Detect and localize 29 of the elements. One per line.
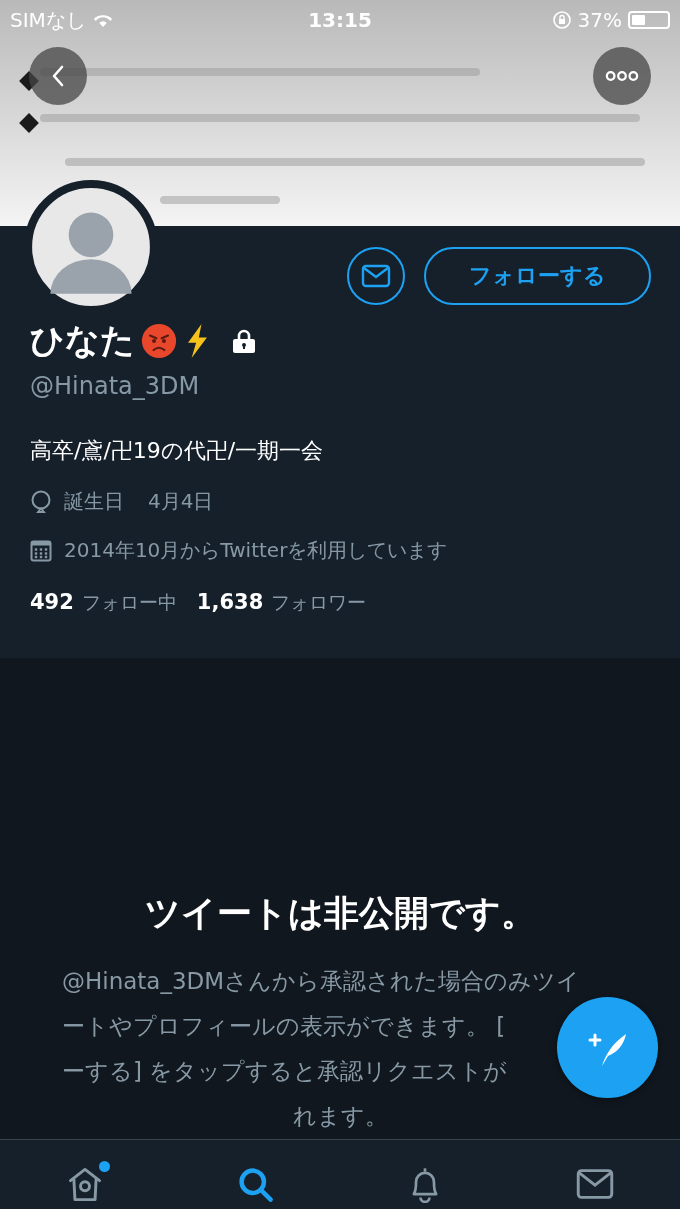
angry-face-icon — [141, 323, 177, 359]
join-date: 2014年10月からTwitterを利用しています — [64, 537, 448, 564]
back-icon — [50, 64, 66, 88]
rotation-lock-icon — [551, 10, 572, 30]
display-name: ひなた — [30, 319, 135, 362]
wifi-icon — [91, 12, 114, 28]
battery-percent: 37% — [577, 8, 622, 32]
followers-link[interactable]: 1,638 フォロワー — [196, 590, 367, 616]
envelope-icon — [361, 264, 391, 288]
follow-button[interactable]: フォローする — [424, 247, 651, 305]
house-icon — [66, 1165, 104, 1203]
birthday-label: 誕生日 — [64, 488, 124, 515]
notice-text: @Hinata_3DMさんから承認された場合のみツイ — [62, 967, 581, 996]
calendar-icon — [30, 538, 52, 563]
carrier-label: SIMなし — [10, 6, 86, 34]
clock-time: 13:15 — [308, 8, 372, 32]
search-icon — [236, 1165, 274, 1203]
birthday-date: 4月4日 — [148, 488, 214, 515]
user-handle: @Hinata_3DM — [30, 372, 201, 400]
balloon-icon — [30, 489, 52, 514]
message-button[interactable] — [347, 247, 405, 305]
battery-icon — [628, 11, 670, 29]
notice-text: ーする] をタップすると承認リクエストが — [62, 1057, 508, 1086]
bio-text: 高卒/鳶/卍19の代卍/一期一会 — [30, 437, 325, 465]
more-icon — [605, 70, 639, 82]
notice-heading: ツイートは非公開です。 — [143, 892, 537, 935]
notice-text: ートやプロフィールの表示ができます。 [ — [62, 1012, 506, 1041]
notice-text: れます。 — [292, 1102, 388, 1131]
following-link[interactable]: 492 フォロー中 — [30, 590, 177, 616]
